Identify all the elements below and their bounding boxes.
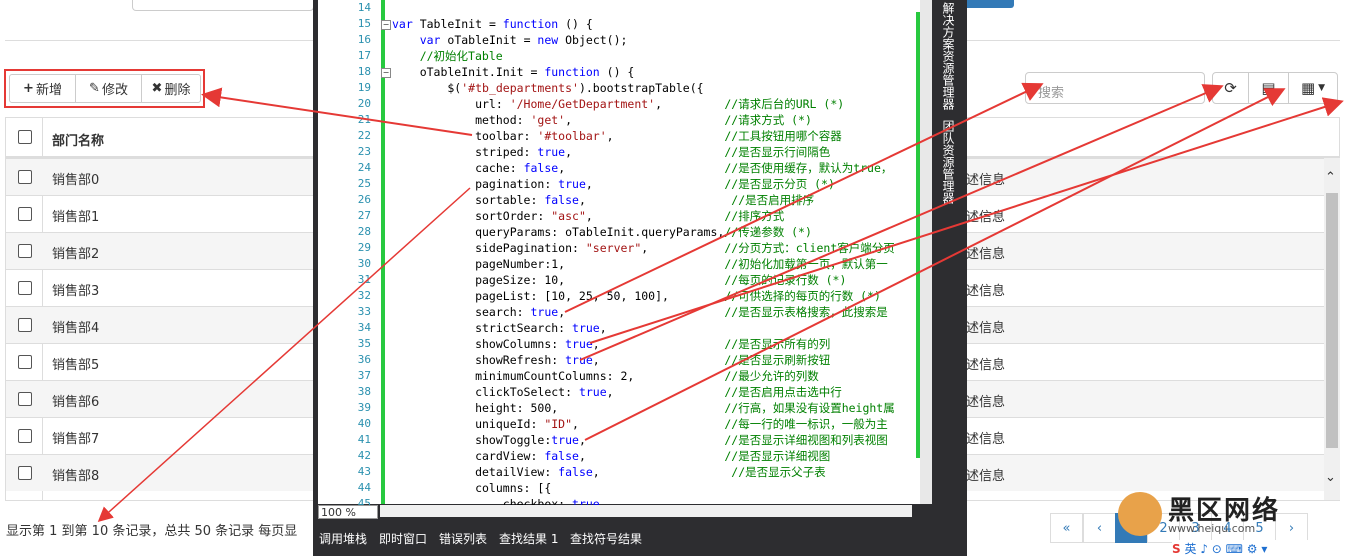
arrow-pagination	[97, 187, 471, 523]
arrow-search	[564, 82, 1044, 313]
annotation-arrows	[97, 82, 1344, 523]
arrow-toolbar	[201, 87, 473, 136]
arrow-refresh	[579, 84, 1224, 361]
arrow-toggle	[584, 88, 1286, 441]
